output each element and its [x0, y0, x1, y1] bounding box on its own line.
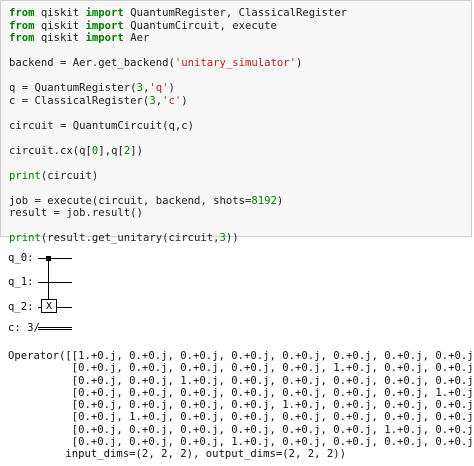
circuit-diagram-output: q_0: q_1: q_2: X c: 3/ [8, 252, 98, 334]
qubit-2-label: q_2: [8, 301, 34, 313]
cx-line: circuit.cx(q[0],q[2]) [9, 144, 143, 157]
cx-control-line [48, 258, 49, 300]
operator-line: [0.+0.j, 0.+0.j, 0.+0.j, 0.+0.j, 1.+0.j,… [8, 399, 474, 412]
classical-register-line: c = ClassicalRegister(3,'c') [9, 94, 188, 107]
operator-dims-line: input_dims=(2, 2, 2), output_dims=(2, 2,… [8, 448, 347, 461]
import-line-1: from qiskit import QuantumRegister, Clas… [9, 7, 348, 19]
qubit-1-label: q_1: [8, 276, 34, 288]
code-cell[interactable]: from qiskit import QuantumRegister, Clas… [0, 0, 472, 244]
operator-line: [0.+0.j, 0.+0.j, 0.+0.j, 0.+0.j, 0.+0.j,… [8, 386, 474, 399]
job-line: job = execute(circuit, backend, shots=81… [9, 194, 284, 207]
qubit-1-wire [38, 282, 72, 283]
classical-wire [38, 327, 72, 330]
print-circuit-line: print(circuit) [9, 169, 99, 182]
import-line-3: from qiskit import Aer [9, 32, 150, 44]
operator-line: [0.+0.j, 0.+0.j, 0.+0.j, 0.+0.j, 0.+0.j,… [8, 423, 474, 436]
operator-line: Operator([[1.+0.j, 0.+0.j, 0.+0.j, 0.+0.… [8, 350, 474, 362]
operator-line: [0.+0.j, 1.+0.j, 0.+0.j, 0.+0.j, 0.+0.j,… [8, 411, 474, 424]
result-line: result = job.result() [9, 207, 143, 219]
circuit-line: circuit = QuantumCircuit(q,c) [9, 119, 194, 132]
operator-output: Operator([[1.+0.j, 0.+0.j, 0.+0.j, 0.+0.… [8, 350, 474, 461]
classical-register-label: c: 3/ [8, 322, 40, 334]
qubit-0-wire [38, 258, 72, 259]
qubit-0-label: q_0: [8, 252, 34, 264]
backend-line: backend = Aer.get_backend('unitary_simul… [9, 57, 303, 69]
operator-line: [0.+0.j, 0.+0.j, 0.+0.j, 0.+0.j, 0.+0.j,… [8, 362, 474, 375]
operator-line: [0.+0.j, 0.+0.j, 1.+0.j, 0.+0.j, 0.+0.j,… [8, 374, 474, 387]
import-line-2: from qiskit import QuantumCircuit, execu… [9, 19, 277, 32]
x-gate: X [41, 299, 57, 313]
code-editor[interactable]: from qiskit import QuantumRegister, Clas… [9, 7, 347, 245]
operator-line: [0.+0.j, 0.+0.j, 0.+0.j, 1.+0.j, 0.+0.j,… [8, 436, 474, 449]
quantum-register-line: q = QuantumRegister(3,'q') [9, 82, 175, 94]
print-unitary-line: print(result.get_unitary(circuit,3)) [9, 232, 239, 244]
